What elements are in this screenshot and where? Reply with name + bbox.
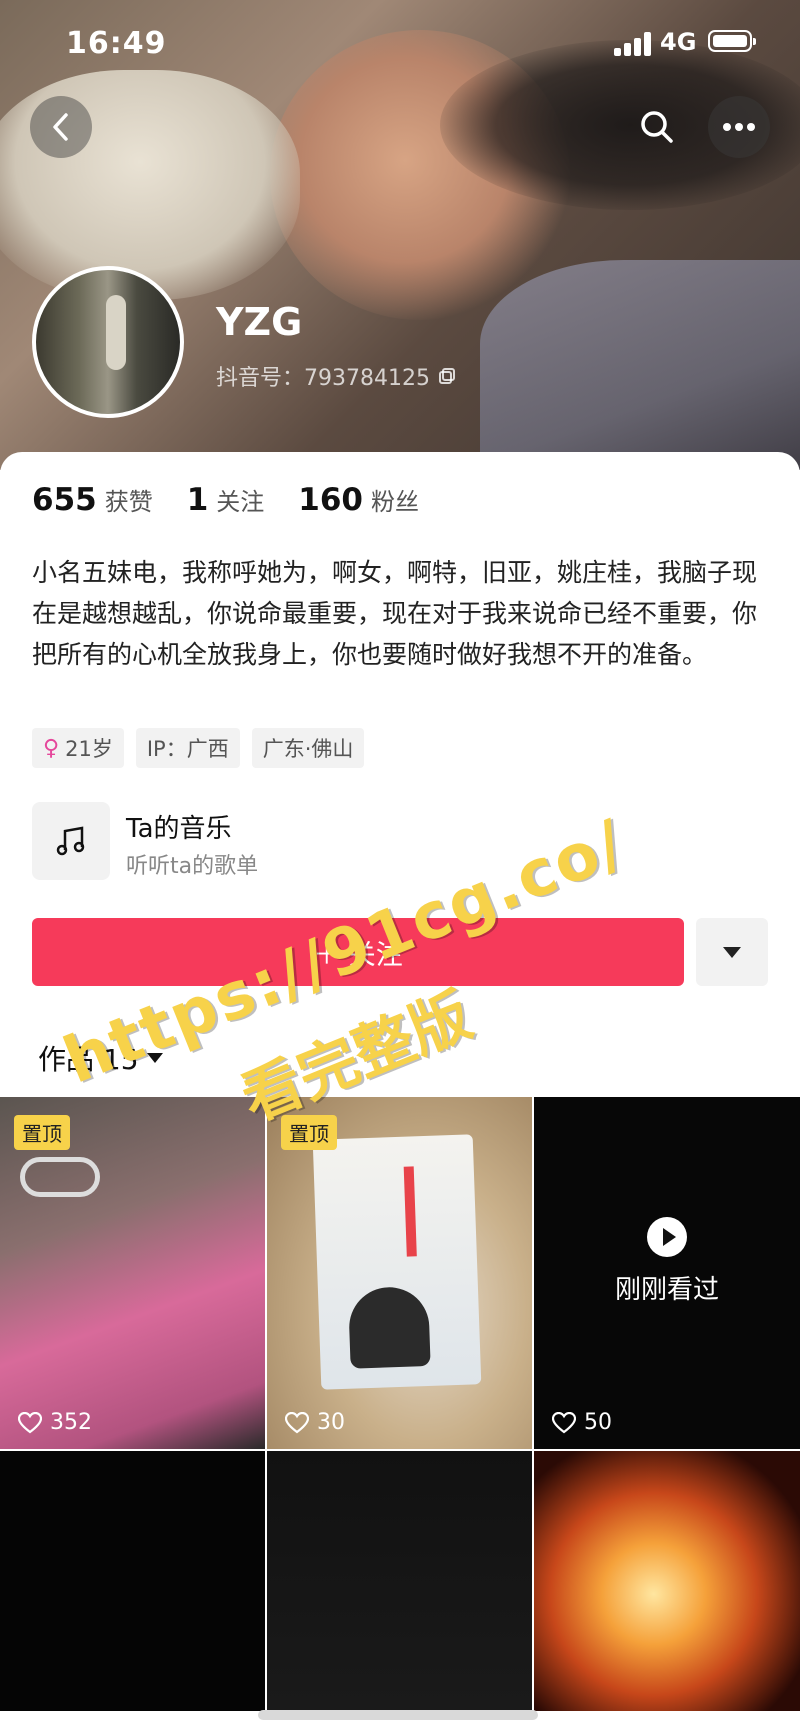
like-count: 50 [552, 1410, 612, 1435]
play-icon [647, 1217, 687, 1257]
back-button[interactable] [30, 96, 92, 158]
recommend-dropdown-button[interactable] [696, 918, 768, 986]
video-thumbnail[interactable]: 置顶 30 [267, 1097, 532, 1449]
video-thumbnail[interactable] [0, 1451, 265, 1711]
caret-down-icon [723, 946, 741, 958]
heart-icon [552, 1411, 576, 1433]
bio-text: 小名五妹电，我称呼她为，啊女，啊特，旧亚，姚庄桂，我脑子现在是越想越乱，你说命最… [32, 558, 758, 669]
caret-down-icon [146, 1053, 163, 1063]
pinned-badge: 置顶 [14, 1115, 70, 1150]
username: YZG [216, 300, 303, 344]
chevron-left-icon [53, 113, 68, 141]
search-icon [641, 111, 673, 143]
avatar[interactable] [32, 266, 184, 418]
more-dots-icon [723, 123, 755, 131]
follow-button[interactable]: ＋ 关注 [32, 918, 684, 986]
thumbnail-object [20, 1157, 100, 1197]
heart-icon [285, 1411, 309, 1433]
recently-viewed-overlay: 刚刚看过 [534, 1217, 800, 1306]
status-bar: 16:49 4G [0, 0, 800, 88]
works-tab[interactable]: 作品 15 [38, 1038, 163, 1078]
female-icon: ♀ [43, 735, 60, 761]
video-thumbnail[interactable] [534, 1451, 800, 1711]
pinned-badge: 置顶 [281, 1115, 337, 1150]
like-count: 30 [285, 1410, 345, 1435]
music-subtitle: 听听ta的歌单 [126, 854, 259, 879]
battery-icon [708, 30, 756, 52]
music-entry[interactable]: Ta的音乐 听听ta的歌单 [32, 802, 762, 884]
home-indicator[interactable] [258, 1710, 538, 1720]
stat-likes[interactable]: 655 获赞 [32, 482, 153, 518]
signal-icon [614, 30, 652, 56]
profile-tags: ♀ 21岁 IP：广西 广东·佛山 [32, 728, 365, 768]
thumbnail-object [312, 1134, 482, 1390]
music-note-icon [32, 802, 110, 880]
status-time: 16:49 [66, 26, 167, 61]
ip-tag: IP：广西 [135, 728, 240, 768]
heart-icon [18, 1411, 42, 1433]
profile-stats: 655 获赞 1 关注 160 粉丝 [32, 482, 453, 518]
more-options-button[interactable] [708, 96, 770, 158]
stat-followers[interactable]: 160 粉丝 [298, 482, 419, 518]
video-grid: 置顶 352 置顶 30 刚刚看过 50 [0, 1097, 800, 1711]
age-tag: ♀ 21岁 [32, 728, 124, 768]
music-title: Ta的音乐 [126, 814, 232, 844]
douyin-id[interactable]: 抖音号：793784125 [216, 360, 456, 392]
video-thumbnail[interactable]: 置顶 352 [0, 1097, 265, 1449]
search-button[interactable] [634, 104, 680, 150]
like-count: 352 [18, 1410, 92, 1435]
copy-icon[interactable] [438, 367, 456, 385]
stat-following[interactable]: 1 关注 [187, 482, 265, 518]
header-photo-pillow [480, 260, 800, 470]
network-type: 4G [660, 28, 697, 56]
video-thumbnail[interactable]: 刚刚看过 50 [534, 1097, 800, 1449]
video-thumbnail[interactable] [267, 1451, 532, 1711]
location-tag: 广东·佛山 [251, 728, 365, 768]
douyin-id-text: 抖音号：793784125 [216, 366, 430, 391]
